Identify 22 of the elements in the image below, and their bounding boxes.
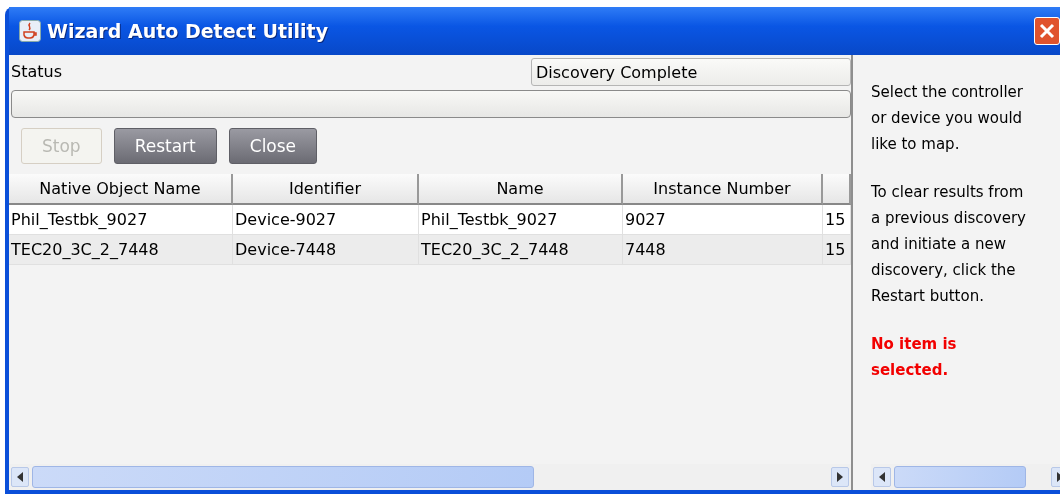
table-cell: 7448: [623, 235, 823, 265]
warning-text: No item is selected.: [871, 334, 958, 381]
column-header[interactable]: Name: [419, 174, 623, 205]
table-cell: TEC20_3C_2_7448: [419, 235, 623, 265]
table-cell: Phil_Testbk_9027: [419, 205, 623, 235]
table-cell: 9027: [623, 205, 823, 235]
status-label: Status: [10, 62, 63, 81]
table-cell: TEC20_3C_2_7448: [9, 235, 233, 265]
table-cell: Device-9027: [233, 205, 419, 235]
table-cell: 15: [823, 235, 851, 265]
help-text: To clear results from a previous discovery and initiate a new discovery, click the Restart button.: [871, 182, 1027, 307]
table-cell: 15: [823, 205, 851, 235]
action-button[interactable]: Close: [228, 128, 318, 164]
table-cell: Phil_Testbk_9027: [9, 205, 233, 235]
action-button[interactable]: Restart: [113, 128, 217, 164]
table-cell: Device-7448: [233, 235, 419, 265]
status-field: Discovery Complete: [531, 57, 851, 86]
help-text: Select the controller or device you would like to map.: [871, 82, 1024, 155]
column-header[interactable]: Native Object Name: [9, 174, 233, 205]
column-header[interactable]: Instance Number: [623, 174, 823, 205]
window-title: Wizard Auto Detect Utility: [47, 20, 330, 42]
column-header[interactable]: Identifier: [233, 174, 419, 205]
